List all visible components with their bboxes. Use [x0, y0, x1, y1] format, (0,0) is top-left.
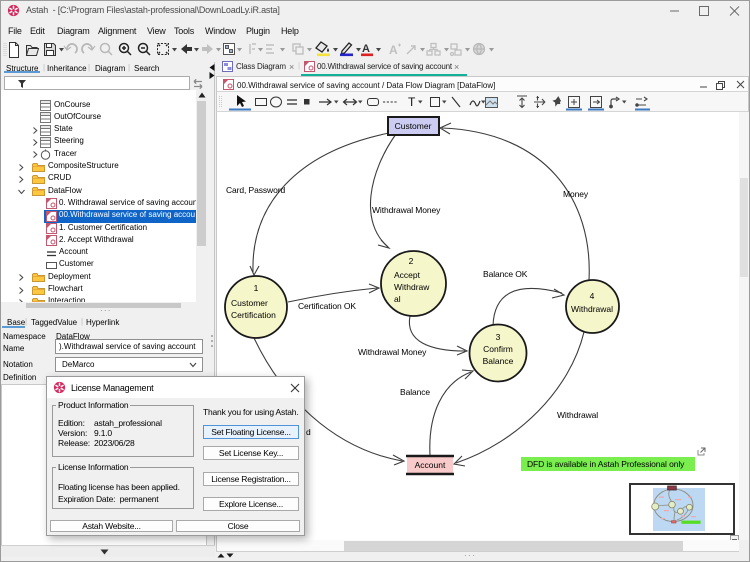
- svg-text:Balance: Balance: [400, 387, 430, 397]
- svg-text:2: 2: [409, 256, 414, 266]
- svg-text:A: A: [389, 43, 398, 57]
- svg-text:Card, Password: Card, Password: [226, 185, 285, 195]
- svg-text:A: A: [362, 43, 370, 55]
- svg-text:Accept: Accept: [394, 270, 421, 280]
- svg-text:Balance: Balance: [483, 356, 514, 366]
- svg-text:Withdrawal Money: Withdrawal Money: [372, 205, 441, 215]
- svg-text:Certification: Certification: [231, 310, 276, 320]
- svg-text:d: d: [306, 427, 311, 437]
- svg-text:T: T: [408, 95, 416, 109]
- svg-text:al: al: [394, 294, 401, 304]
- svg-text:Balance OK: Balance OK: [483, 269, 528, 279]
- svg-text:Withdrawal: Withdrawal: [557, 410, 598, 420]
- svg-text:Account: Account: [415, 460, 446, 470]
- svg-text:Certification OK: Certification OK: [298, 301, 356, 311]
- svg-text:Customer: Customer: [395, 121, 432, 131]
- svg-text:DFD is available in Astah Prof: DFD is available in Astah Professional o…: [527, 459, 685, 469]
- svg-text:Withdrawal: Withdrawal: [571, 304, 613, 314]
- svg-text:4: 4: [590, 291, 595, 301]
- svg-text:Money: Money: [563, 189, 589, 199]
- svg-text:Confirm: Confirm: [483, 344, 513, 354]
- svg-text:3: 3: [496, 332, 501, 342]
- svg-text:Customer: Customer: [231, 298, 268, 308]
- svg-text:1: 1: [254, 283, 259, 293]
- svg-text:Withdrawal Money: Withdrawal Money: [358, 347, 427, 357]
- svg-text:Withdraw: Withdraw: [394, 282, 430, 292]
